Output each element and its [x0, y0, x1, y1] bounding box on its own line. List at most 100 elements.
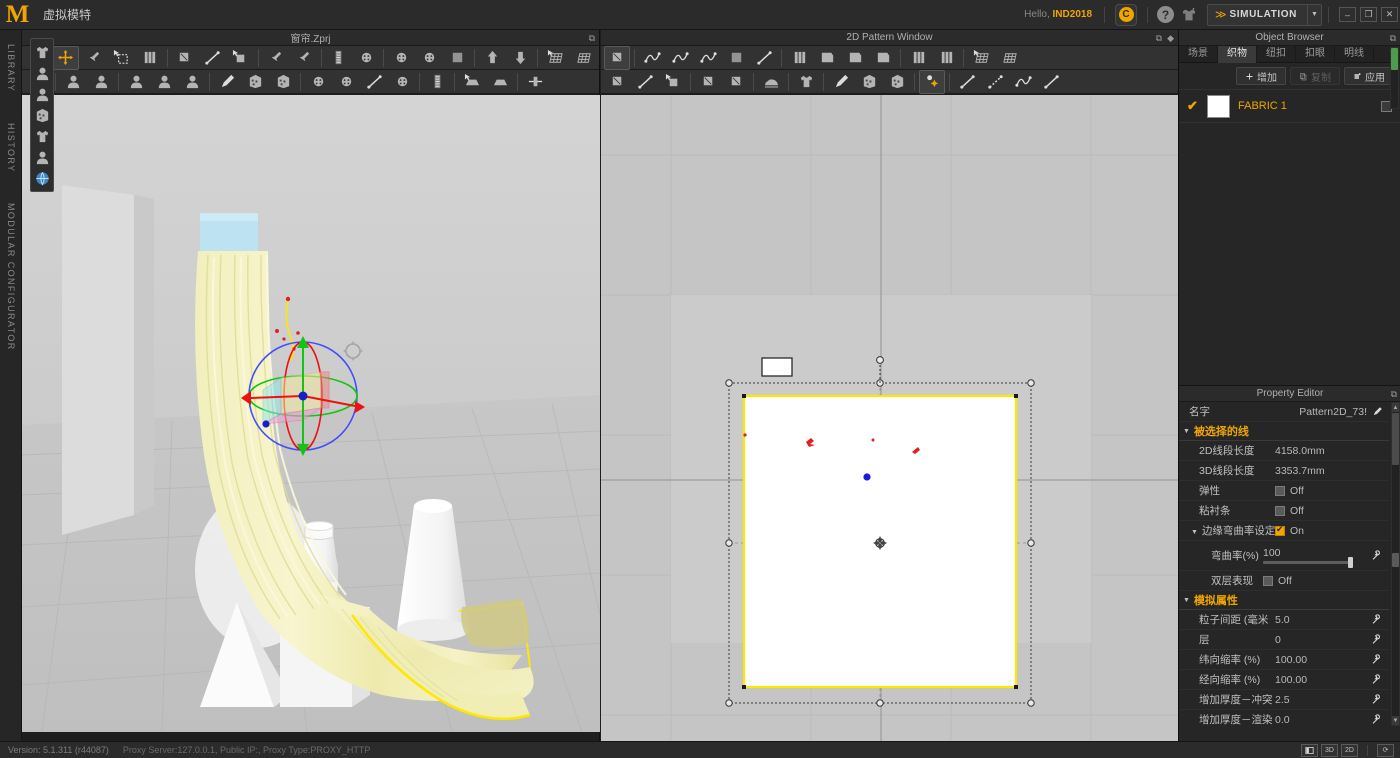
tool-fabric[interactable] — [884, 70, 910, 94]
tool-plane[interactable] — [487, 70, 513, 94]
tool-edit-curve-point[interactable] — [639, 46, 665, 70]
side-tool-book-fabric[interactable] — [31, 105, 53, 125]
object-browser-tab-0[interactable]: 场景 — [1179, 46, 1218, 63]
wrench-icon[interactable] — [1371, 674, 1383, 686]
tool-avatar-joint[interactable] — [151, 70, 177, 94]
property-value[interactable]: Off — [1275, 505, 1383, 517]
property-value[interactable]: 100.00 — [1275, 654, 1371, 666]
scroll-down-icon[interactable]: ▼ — [1392, 716, 1399, 725]
tool-snap[interactable] — [416, 46, 442, 70]
tool-wave-line[interactable] — [1010, 70, 1036, 94]
checkbox[interactable] — [1275, 506, 1285, 516]
viewport-3d[interactable] — [22, 95, 600, 732]
tool-tack[interactable] — [291, 46, 317, 70]
property-value[interactable]: 2.5 — [1275, 694, 1371, 706]
tool-fold-arrange[interactable] — [933, 46, 959, 70]
property-value-text[interactable]: 5.0 — [1275, 614, 1290, 626]
tool-rect-pattern[interactable] — [842, 46, 868, 70]
property-value[interactable]: Off — [1275, 485, 1383, 497]
tool-search-pattern[interactable] — [723, 70, 749, 94]
tool-fold-pattern[interactable] — [786, 46, 812, 70]
tool-segment-sew[interactable] — [632, 70, 658, 94]
checkbox[interactable] — [1275, 526, 1285, 536]
tool-free-sew[interactable] — [660, 70, 686, 94]
tool-topstitch[interactable] — [444, 46, 470, 70]
tool-segment[interactable] — [751, 46, 777, 70]
side-tool-garment-display[interactable] — [31, 42, 53, 62]
tool-curve-edit[interactable] — [695, 46, 721, 70]
chevron-down-icon[interactable]: ▼ — [1183, 597, 1190, 604]
viewport-2d[interactable] — [601, 95, 1178, 741]
wrench-icon[interactable] — [1371, 694, 1383, 706]
tool-curve-point[interactable] — [667, 46, 693, 70]
tool-lock-circle[interactable] — [389, 70, 415, 94]
tool-free-sew[interactable] — [228, 46, 254, 70]
checkbox[interactable] — [1275, 486, 1285, 496]
chevron-down-icon[interactable]: ▼ — [1307, 5, 1321, 25]
tool-arrow-up[interactable] — [479, 46, 505, 70]
tool-avatar-fold[interactable] — [179, 70, 205, 94]
tool-button-place[interactable] — [353, 46, 379, 70]
tool-line-select[interactable] — [954, 70, 980, 94]
tool-segment-sew[interactable] — [200, 46, 226, 70]
property-value-text[interactable]: 3353.7mm — [1275, 465, 1325, 477]
property-value[interactable]: 0 — [1275, 634, 1371, 646]
tool-iron[interactable] — [758, 70, 784, 94]
status-view-3d[interactable]: 3D — [1321, 744, 1338, 757]
wrench-icon[interactable] — [1371, 714, 1383, 726]
property-group-header[interactable]: ▼模拟属性 — [1179, 591, 1389, 610]
chevron-down-icon[interactable]: ▼ — [1191, 529, 1198, 536]
side-tool-avatar[interactable] — [31, 84, 53, 104]
property-editor-scrollbar[interactable]: ▲ ▼ — [1391, 402, 1400, 726]
tool-pen-trace[interactable] — [828, 70, 854, 94]
side-tool-avatar-joints[interactable] — [31, 63, 53, 83]
tool-pen-trace[interactable] — [214, 70, 240, 94]
tool-select-pin[interactable] — [81, 46, 107, 70]
tool-texture[interactable] — [856, 70, 882, 94]
property-value[interactable]: 100 — [1263, 547, 1371, 564]
curvature-slider[interactable] — [1263, 561, 1351, 564]
pin-panel-icon[interactable]: ◆ — [1167, 33, 1174, 44]
tool-pleat[interactable] — [905, 46, 931, 70]
status-refresh[interactable]: ⟳ — [1377, 744, 1394, 757]
tool-grid-select[interactable] — [968, 46, 994, 70]
tool-garment-select[interactable] — [793, 70, 819, 94]
checkmark-icon[interactable]: ✔ — [1187, 98, 1199, 114]
tool-line[interactable] — [361, 70, 387, 94]
coin-button[interactable]: C — [1115, 4, 1137, 26]
tool-avatar-skeleton[interactable] — [88, 70, 114, 94]
tool-texture[interactable] — [242, 70, 268, 94]
property-value[interactable]: On — [1275, 525, 1383, 537]
tool-add-point[interactable] — [723, 46, 749, 70]
tool-fold-arrange[interactable] — [137, 46, 163, 70]
menu-item-6[interactable]: 虚拟模特 — [34, 0, 100, 30]
tool-edit-pattern[interactable] — [604, 46, 630, 70]
object-browser-apply-button[interactable]: 应用 — [1344, 67, 1394, 85]
slider-knob[interactable] — [1348, 557, 1353, 568]
tool-avatar-pin[interactable] — [123, 70, 149, 94]
wrench-icon[interactable] — [1371, 550, 1383, 562]
tool-circle-select[interactable] — [305, 70, 331, 94]
tool-polygon[interactable] — [814, 46, 840, 70]
wrench-icon[interactable] — [1371, 634, 1383, 646]
tool-buttonhole[interactable] — [388, 46, 414, 70]
simulation-mode-selector[interactable]: ≫ SIMULATION ▼ — [1207, 4, 1322, 26]
checkbox[interactable] — [1263, 576, 1273, 586]
tool-grid[interactable] — [570, 46, 596, 70]
tool-pattern-sew[interactable] — [604, 70, 630, 94]
help-icon[interactable]: ? — [1157, 6, 1174, 23]
tool-grid[interactable] — [996, 46, 1022, 70]
expand-icon[interactable]: ⧉ — [1156, 33, 1162, 44]
property-value-text[interactable]: 0 — [1275, 634, 1281, 646]
tool-zipper[interactable] — [424, 70, 450, 94]
wrench-icon[interactable] — [1371, 654, 1383, 666]
tool-pattern-3d[interactable] — [172, 46, 198, 70]
tool-arrow-down[interactable] — [507, 46, 533, 70]
scroll-up-icon[interactable]: ▲ — [1392, 403, 1399, 412]
property-value-text[interactable]: 100.00 — [1275, 654, 1307, 666]
wrench-icon[interactable] — [1371, 614, 1383, 626]
status-split-view[interactable] — [1301, 744, 1318, 757]
expand-icon[interactable]: ⧉ — [1390, 33, 1396, 44]
expand-icon[interactable]: ⧉ — [1391, 389, 1397, 400]
property-value[interactable]: 0.0 — [1275, 714, 1371, 726]
